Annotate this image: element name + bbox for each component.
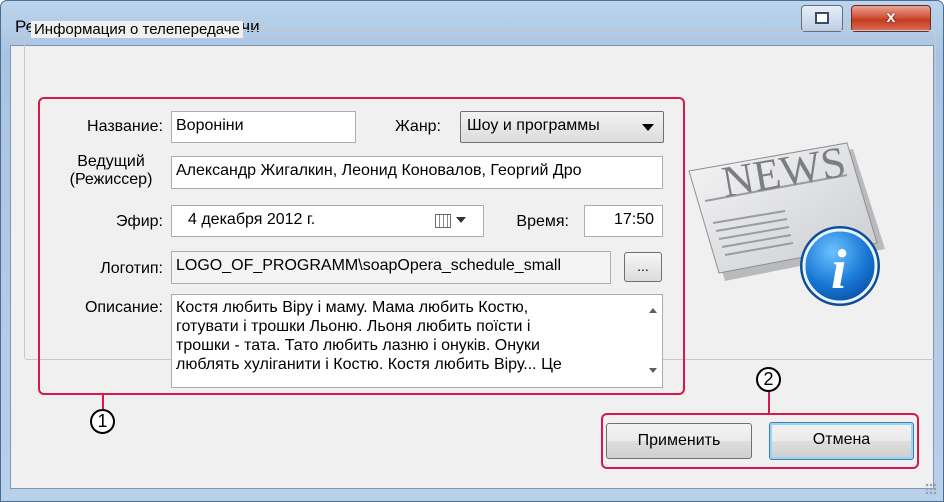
annotation-marker-2: 2 <box>756 367 781 392</box>
close-button[interactable]: x <box>851 5 931 32</box>
cancel-button[interactable]: Отмена <box>769 422 914 460</box>
info-icon: i <box>800 226 880 306</box>
annotation-line-1 <box>102 395 104 410</box>
info-letter: i <box>831 239 847 301</box>
news-info-image: NEWS i <box>688 137 885 306</box>
annotation-rect-1 <box>38 97 685 395</box>
resize-grip-icon[interactable] <box>925 483 937 495</box>
apply-button[interactable]: Применить <box>606 423 752 459</box>
restore-button[interactable] <box>801 5 843 32</box>
restore-icon <box>815 12 829 24</box>
annotation-marker-1: 1 <box>90 409 115 434</box>
annotation-line-2 <box>768 392 770 414</box>
dialog-window: Редактивароние телепередачи x Информация… <box>0 0 944 502</box>
group-title: Информация о телепередаче <box>31 21 243 38</box>
